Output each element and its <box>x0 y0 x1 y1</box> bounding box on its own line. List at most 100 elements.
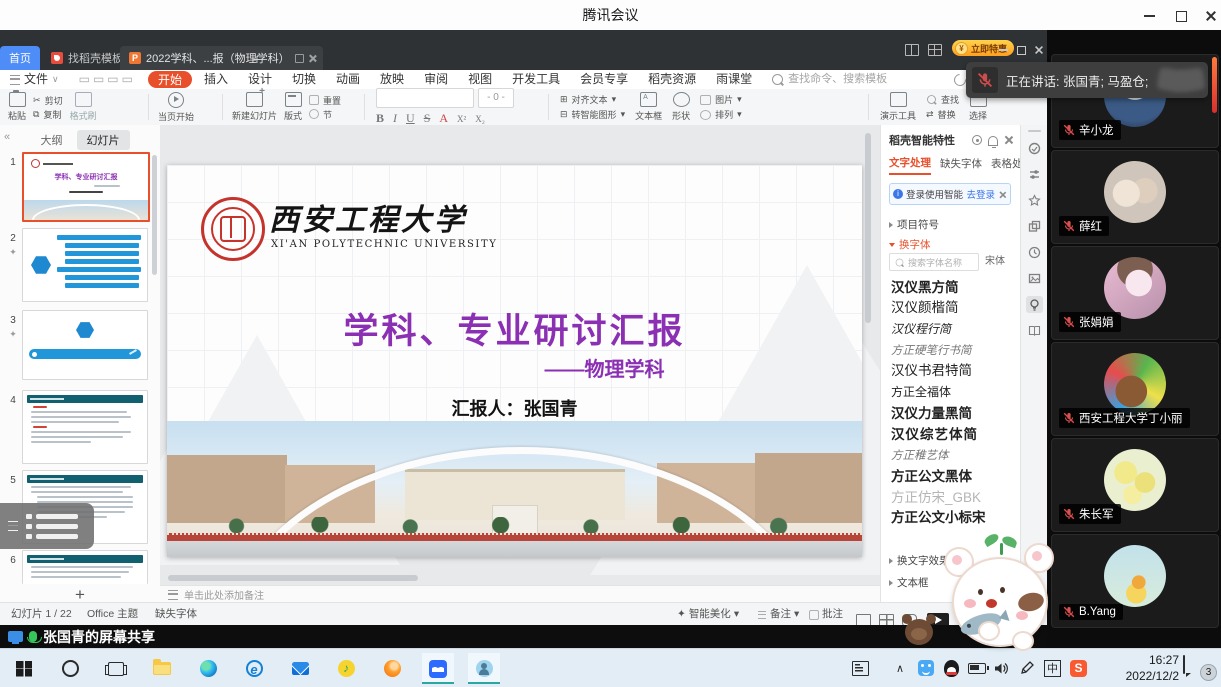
taskbar-clock[interactable]: 16:27 2022/12/2 <box>1126 652 1179 684</box>
font-item[interactable]: 方正公文小标宋 <box>891 508 1011 529</box>
favorites-panel-icon[interactable] <box>1026 192 1043 209</box>
new-tab-button[interactable]: + <box>248 50 266 68</box>
history-panel-icon[interactable] <box>1026 244 1043 261</box>
slide-title[interactable]: 学科、专业研讨汇报 <box>167 303 862 354</box>
bold-button[interactable]: B <box>376 111 384 126</box>
canvas-horizontal-scrollbar[interactable] <box>168 575 418 581</box>
underline-button[interactable]: U <box>406 111 415 126</box>
font-search-input[interactable]: 搜索字体名称 <box>889 253 979 271</box>
menu-transition[interactable]: 切换 <box>282 70 326 89</box>
slide-thumbnail-2[interactable] <box>22 228 148 302</box>
menu-docer-res[interactable]: 稻壳资源 <box>638 70 706 89</box>
participant-tile[interactable]: 薛红 <box>1051 150 1219 244</box>
floating-list-widget[interactable] <box>0 503 94 549</box>
participants-scrollbar[interactable] <box>1212 57 1217 113</box>
docer-tab-missing-fonts[interactable]: 缺失字体 <box>940 156 982 174</box>
close-tab-icon[interactable] <box>309 54 317 62</box>
cut-button[interactable]: ✂ 剪切 <box>33 94 63 107</box>
comments-toggle[interactable]: 批注 <box>800 603 852 626</box>
demo-tools-button[interactable]: 演示工具 <box>880 92 916 122</box>
slide-canvas[interactable]: 西安工程大学 XI'AN POLYTECHNIC UNIVERSITY 学科、专… <box>160 125 880 585</box>
thumbnails-scrollbar[interactable] <box>152 155 157 275</box>
mail-icon[interactable] <box>284 653 316 684</box>
copy-panel-icon[interactable] <box>1026 218 1043 235</box>
font-item[interactable]: 汉仪力量黑简 <box>891 403 1011 424</box>
grid-view-icon[interactable] <box>928 44 942 56</box>
image-panel-icon[interactable] <box>1026 270 1043 287</box>
font-item[interactable]: 汉仪程行简 <box>891 319 1011 340</box>
file-explorer-icon[interactable] <box>146 653 178 684</box>
rail-handle[interactable] <box>1028 130 1041 132</box>
bell-icon[interactable] <box>988 136 998 146</box>
start-button[interactable] <box>8 653 40 684</box>
menu-rain-classroom[interactable]: 雨课堂 <box>706 70 762 89</box>
docer-tab-text[interactable]: 文字处理 <box>889 155 931 175</box>
section-change-font[interactable]: 换字体 <box>889 237 1013 252</box>
section-bullets[interactable]: 项目符号 <box>889 217 1013 232</box>
paste-button[interactable]: 粘贴 <box>8 92 26 122</box>
quick-access-icons[interactable]: ▭▭▭▭ <box>69 70 146 89</box>
menu-view[interactable]: 视图 <box>458 70 502 89</box>
font-item[interactable]: 方正公文黑体 <box>891 466 1011 487</box>
canvas-vertical-scrollbar[interactable] <box>865 133 871 323</box>
windows-ink-icon[interactable] <box>1020 657 1034 679</box>
edge-browser-icon[interactable] <box>192 653 224 684</box>
adjust-panel-icon[interactable] <box>1026 166 1043 183</box>
wps-tab-docer[interactable]: 找稻壳模板 <box>42 46 132 70</box>
align-text-button[interactable]: ⊞ 对齐文本 ▾ <box>560 93 625 106</box>
font-name-box[interactable] <box>376 88 474 108</box>
volume-icon[interactable] <box>994 657 1009 679</box>
font-size-box[interactable]: - 0 - <box>478 88 514 108</box>
menu-insert[interactable]: 插入 <box>194 70 238 89</box>
login-link[interactable]: 去登录 <box>966 187 995 201</box>
section-button[interactable]: 节 <box>309 108 341 121</box>
font-item[interactable]: 汉仪书君特简 <box>891 361 1011 382</box>
copy-button[interactable]: ⧉ 复制 <box>33 108 63 121</box>
to-smartart-button[interactable]: ⊟ 转智能图形 ▾ <box>560 108 625 121</box>
split-view-icon[interactable] <box>905 44 919 56</box>
menu-start[interactable]: 开始 <box>148 71 192 88</box>
arrange-button[interactable]: 排列 ▾ <box>700 108 742 121</box>
menu-devtools[interactable]: 开发工具 <box>502 70 570 89</box>
format-painter-button[interactable]: 格式刷 <box>70 92 97 122</box>
file-menu[interactable]: 文件∨ <box>0 70 69 89</box>
battery-icon[interactable] <box>968 657 986 679</box>
participant-tile[interactable]: 西安工程大学丁小丽 <box>1051 342 1219 436</box>
smart-features-panel-icon[interactable] <box>1026 296 1043 313</box>
person-app-icon[interactable] <box>468 653 500 684</box>
participant-tile[interactable]: 张娟娟 <box>1051 246 1219 340</box>
search-button[interactable] <box>54 653 86 684</box>
tencent-meeting-icon[interactable] <box>422 653 454 684</box>
menu-slideshow[interactable]: 放映 <box>370 70 414 89</box>
strike-button[interactable]: S <box>424 111 431 126</box>
command-search[interactable]: 查找命令、搜索模板 <box>762 70 897 89</box>
tab-slides[interactable]: 幻灯片 <box>77 130 130 150</box>
menu-animation[interactable]: 动画 <box>326 70 370 89</box>
font-filter[interactable]: 宋体 <box>985 253 1005 271</box>
slide-thumbnail-3[interactable] <box>22 310 148 380</box>
share-panel-icon[interactable] <box>1026 140 1043 157</box>
dismiss-banner-icon[interactable] <box>999 190 1006 197</box>
close-panel-icon[interactable] <box>1004 135 1013 144</box>
close-button[interactable] <box>1196 9 1221 23</box>
wps-tab-document[interactable]: P 2022学科、...报（物理学科） <box>120 46 323 70</box>
subscript-button[interactable]: X₂ <box>475 114 485 124</box>
ie-browser-icon[interactable]: e <box>238 653 270 684</box>
qq-music-icon[interactable]: ♪ <box>330 653 362 684</box>
slide-subtitle[interactable]: ——物理学科 <box>167 353 862 382</box>
textbox-button[interactable]: A文本框 <box>635 92 662 122</box>
participant-tile[interactable]: B.Yang <box>1051 534 1219 628</box>
smiley-app-icon[interactable] <box>918 657 934 679</box>
font-item[interactable]: 汉仪黑方简 <box>891 277 1011 298</box>
reset-button[interactable]: 重置 <box>309 94 341 107</box>
play-from-current-button[interactable]: 当页开始 <box>158 92 194 123</box>
italic-button[interactable]: I <box>393 111 397 126</box>
font-color-button[interactable]: A <box>439 111 448 126</box>
pin-icon[interactable] <box>295 54 304 63</box>
minimize-button[interactable] <box>1134 9 1164 23</box>
notification-center[interactable]: 3 <box>1183 656 1217 680</box>
font-item[interactable]: 方正全福体 <box>891 382 1011 403</box>
slide-thumbnail-6[interactable] <box>22 550 148 584</box>
sogou-input-icon[interactable]: S <box>1070 657 1087 679</box>
superscript-button[interactable]: X² <box>457 114 466 124</box>
